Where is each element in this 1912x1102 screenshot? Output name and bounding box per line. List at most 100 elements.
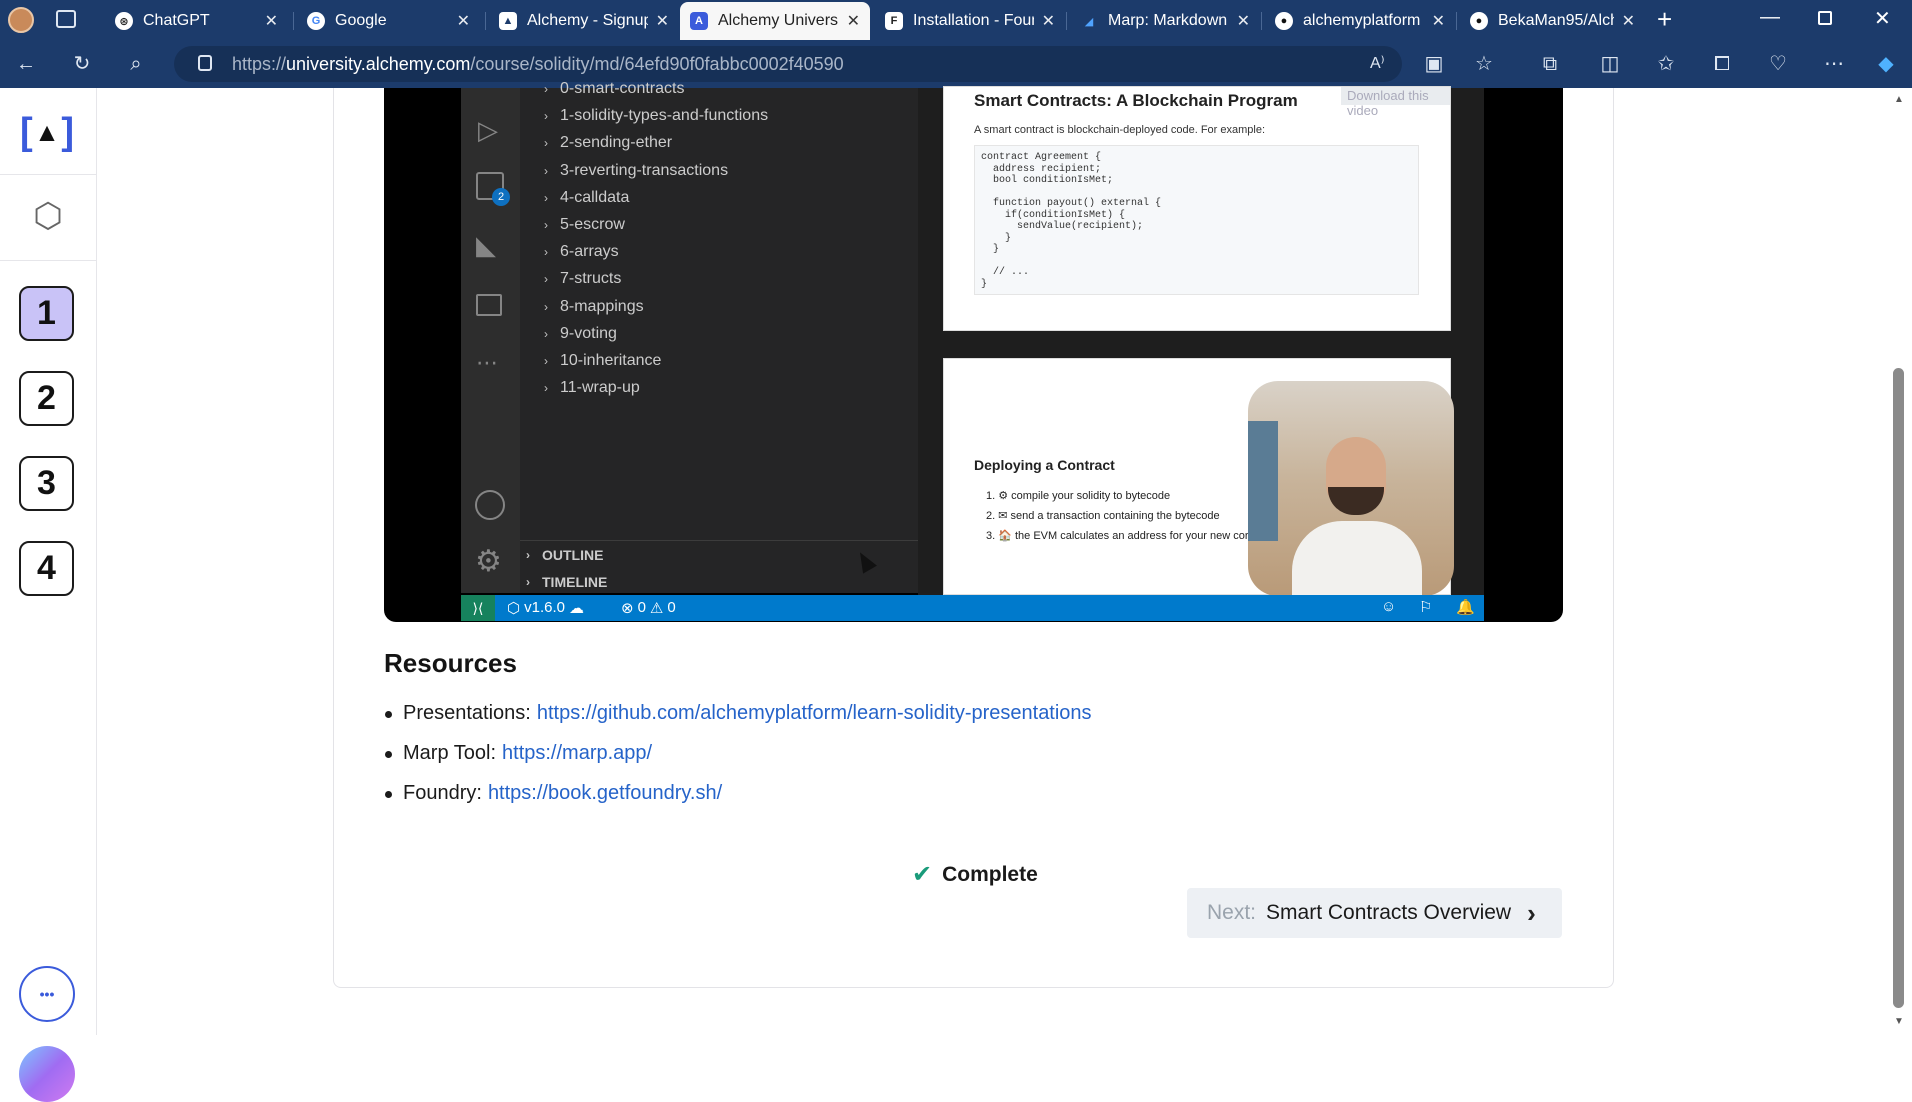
alchemy-university-icon: A: [690, 12, 708, 30]
account-icon: [475, 490, 505, 520]
app-available-icon[interactable]: ▣: [1422, 52, 1446, 76]
tab-marp[interactable]: ◢ Marp: Markdown ✕: [1070, 2, 1260, 40]
scroll-up-icon[interactable]: ▲: [1894, 94, 1904, 105]
lock-icon[interactable]: [198, 55, 212, 71]
tab-github-bekaman[interactable]: ● BekaMan95/Alch ✕: [1460, 2, 1645, 40]
slide-title: Deploying a Contract: [974, 457, 1115, 473]
rail-item-1[interactable]: 1: [19, 286, 74, 341]
vscode-status-bar: ⟩⟨ ⬡ v1.6.0 ☁ ⊗ 0 ⚠ 0 ☺ ⚐ 🔔: [461, 595, 1484, 621]
foundry-link[interactable]: https://book.getfoundry.sh/: [488, 782, 722, 805]
presenter-webcam: [1248, 381, 1454, 596]
slide-deploying: Deploying a Contract 1. ⚙ compile your s…: [943, 358, 1454, 596]
favorites-icon[interactable]: ✩: [1654, 52, 1678, 76]
tab-google[interactable]: G Google ✕: [297, 2, 480, 40]
run-debug-icon: ▷: [478, 115, 498, 145]
notifications-icon: 🔔: [1456, 599, 1475, 616]
url-path: /course/solidity/md/64efd90f0fabbc0002f4…: [470, 53, 844, 74]
presentations-link[interactable]: https://github.com/alchemyplatform/learn…: [537, 702, 1092, 725]
download-video-button[interactable]: Download this video: [1341, 87, 1450, 118]
refresh-icon[interactable]: ↻: [70, 52, 94, 76]
slide-subtitle: A smart contract is blockchain-deployed …: [974, 124, 1266, 136]
chevron-right-icon: ›: [544, 136, 548, 151]
close-icon[interactable]: ✕: [1237, 11, 1250, 31]
close-icon[interactable]: ✕: [656, 11, 669, 31]
tab-alchemy-signup[interactable]: ▲ Alchemy - Signup ✕: [489, 2, 679, 40]
step-3: 3. 🏠 the EVM calculates an address for y…: [986, 530, 1249, 542]
tab-github-alchemyplatform[interactable]: ● alchemyplatform ✕: [1265, 2, 1455, 40]
chevron-right-icon: ›: [544, 109, 548, 124]
next-lesson-button[interactable]: Next: Smart Contracts Overview ›: [1187, 888, 1562, 938]
chevron-right-icon: ›: [544, 190, 548, 205]
alchemy-logo[interactable]: [▲]: [20, 110, 74, 154]
split-screen-icon[interactable]: ◫: [1598, 52, 1622, 76]
marp-link[interactable]: https://marp.app/: [502, 742, 652, 765]
explorer-folder: › 9-voting: [544, 321, 617, 347]
search-icon[interactable]: ⌕: [124, 52, 148, 76]
close-icon[interactable]: ✕: [1432, 11, 1445, 31]
next-title: Smart Contracts Overview: [1266, 901, 1512, 924]
folder-name: 0-smart-contracts: [560, 80, 685, 97]
explorer-folder: › 7-structs: [544, 266, 621, 292]
address-bar[interactable]: https://university.alchemy.com/course/so…: [174, 46, 1402, 82]
close-icon[interactable]: ✕: [847, 11, 860, 31]
folder-name: 9-voting: [560, 324, 617, 342]
explorer-folder: › 5-escrow: [544, 212, 625, 238]
folder-name: 3-reverting-transactions: [560, 161, 729, 179]
close-icon[interactable]: ✕: [1622, 11, 1635, 31]
tab-title: Alchemy University: [718, 12, 839, 29]
chevron-right-icon: ›: [544, 326, 548, 341]
explorer-folder: › 3-reverting-transactions: [544, 158, 728, 184]
restore-button[interactable]: [1818, 11, 1832, 25]
more-menu-icon[interactable]: ⋯: [1822, 52, 1846, 76]
resource-item-presentations: Presentations: https://github.com/alchem…: [385, 702, 1092, 725]
read-aloud-icon[interactable]: A⁾: [1370, 53, 1385, 73]
extensions-icon[interactable]: ⧉: [1538, 52, 1562, 76]
new-tab-button[interactable]: +: [1657, 4, 1672, 35]
chevron-right-icon: ›: [544, 299, 548, 314]
timeline-section: › TIMELINE: [526, 574, 608, 590]
browser-essentials-icon[interactable]: ♡: [1766, 52, 1790, 76]
rail-item-2[interactable]: 2: [19, 371, 74, 426]
tab-alchemy-university[interactable]: A Alchemy University ✕: [680, 2, 870, 40]
chevron-right-icon: ›: [544, 245, 548, 260]
tab-actions-icon[interactable]: [56, 10, 76, 28]
profile-avatar[interactable]: [8, 7, 34, 33]
explorer-folder: › 10-inheritance: [544, 348, 661, 374]
folder-name: 2-sending-ether: [560, 134, 673, 152]
chevron-right-icon: ›: [544, 218, 548, 232]
favorite-star-icon[interactable]: ☆: [1472, 52, 1496, 76]
scrollbar-thumb[interactable]: [1893, 368, 1904, 1008]
google-icon: G: [307, 12, 325, 30]
folder-name: 10-inheritance: [560, 352, 662, 369]
feedback-icon: ⚐: [1419, 599, 1433, 616]
hexagon-course-icon[interactable]: ⬡: [30, 196, 66, 236]
tab-foundry[interactable]: F Installation - Foundry ✕: [875, 2, 1065, 40]
rail-item-4[interactable]: 4: [19, 541, 74, 596]
collections-icon[interactable]: ⧠: [1710, 52, 1734, 76]
copilot-icon[interactable]: ◆: [1874, 52, 1898, 76]
tab-title: Google: [335, 12, 387, 29]
close-window-button[interactable]: ✕: [1874, 6, 1891, 31]
explorer-folder: › 8-mappings: [544, 294, 644, 320]
slide-preview: Smart Contracts: A Blockchain Program Do…: [918, 86, 1484, 596]
back-icon[interactable]: ←: [14, 52, 38, 76]
scroll-down-icon[interactable]: ▼: [1894, 1016, 1904, 1027]
step-2: 2. ✉ send a transaction containing the b…: [986, 510, 1220, 522]
tab-chatgpt[interactable]: ⊛ ChatGPT ✕: [105, 2, 288, 40]
close-icon[interactable]: ✕: [1042, 11, 1055, 31]
status-version: ⬡ v1.6.0 ☁: [507, 599, 584, 617]
close-icon[interactable]: ✕: [265, 11, 278, 31]
more-button[interactable]: •••: [19, 966, 75, 1022]
minimize-button[interactable]: —: [1760, 6, 1780, 29]
resources-heading: Resources: [384, 648, 517, 678]
avatar[interactable]: [19, 1046, 75, 1102]
explorer-folder: › 6-arrays: [544, 239, 619, 265]
complete-button[interactable]: ✔ Complete: [912, 860, 1038, 889]
close-icon[interactable]: ✕: [457, 11, 470, 31]
rail-item-3[interactable]: 3: [19, 456, 74, 511]
alchemy-icon: ▲: [499, 12, 517, 30]
tab-title: Alchemy - Signup: [527, 12, 648, 29]
browser-tab-strip: ⊛ ChatGPT ✕ G Google ✕ ▲ Alchemy - Signu…: [0, 0, 1912, 40]
folder-name: 8-mappings: [560, 297, 644, 315]
remote-icon: ⟩⟨: [461, 595, 495, 621]
